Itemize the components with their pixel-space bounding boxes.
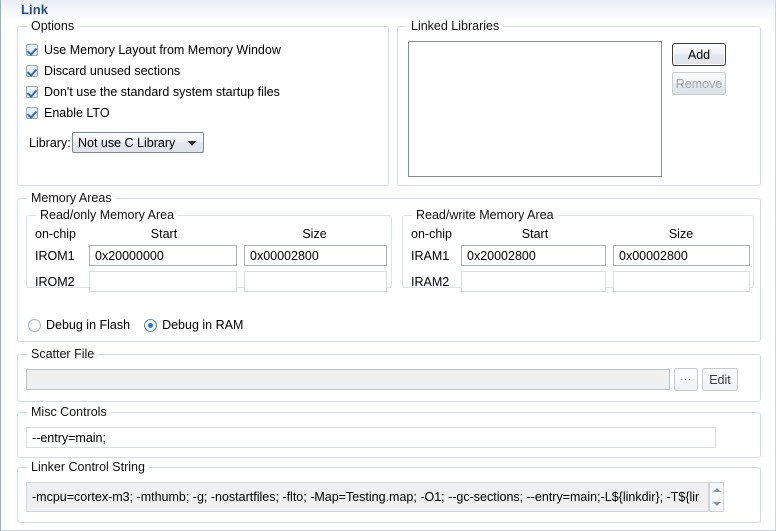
debug-target-radio-group: Debug in Flash Debug in RAM (28, 318, 257, 332)
radio-label: Debug in Flash (46, 318, 131, 332)
library-select[interactable]: Not use C Library (72, 132, 204, 153)
irom1-size-input[interactable]: 0x00002800 (244, 245, 387, 266)
read-write-memory-area-legend: Read/write Memory Area (412, 208, 558, 222)
checkbox-icon[interactable] (26, 44, 38, 56)
header-on-chip: on-chip (411, 227, 452, 241)
memory-areas-group: Memory Areas Read/only Memory Area on-ch… (17, 191, 761, 342)
radio-label: Debug in RAM (162, 318, 244, 332)
header-on-chip: on-chip (35, 227, 76, 241)
chevron-down-icon[interactable] (188, 140, 196, 146)
linker-control-string-value: -mcpu=cortex-m3; -mthumb; -g; -nostartfi… (32, 490, 700, 504)
irom1-start-value: 0x20000000 (95, 248, 164, 263)
radio-icon[interactable] (28, 318, 41, 332)
radio-debug-in-flash[interactable]: Debug in Flash (28, 318, 130, 332)
read-write-memory-area-group: Read/write Memory Area on-chip Start Siz… (402, 208, 754, 292)
checkbox-no-standard-startup-files[interactable]: Don't use the standard system startup fi… (26, 85, 280, 99)
chevron-down-icon (712, 502, 721, 506)
header-start: Start (521, 227, 549, 241)
memory-areas-group-legend: Memory Areas (27, 191, 116, 205)
remove-button-label: Remove (675, 76, 723, 91)
iram1-size-value: 0x00002800 (619, 248, 688, 263)
irom1-start-input[interactable]: 0x20000000 (89, 245, 237, 266)
irom1-size-value: 0x00002800 (250, 248, 319, 263)
row-label-irom2: IROM2 (35, 275, 75, 289)
edit-button[interactable]: Edit (702, 368, 738, 391)
scroll-down-button[interactable] (710, 497, 723, 511)
read-only-memory-area-group: Read/only Memory Area on-chip Start Size… (26, 208, 392, 292)
linked-libraries-group: Linked Libraries Add Remove (397, 19, 761, 186)
linked-libraries-group-legend: Linked Libraries (407, 19, 504, 33)
remove-button: Remove (672, 72, 726, 95)
linker-control-string-group: Linker Control String -mcpu=cortex-m3; -… (17, 460, 761, 523)
header-size: Size (302, 227, 327, 241)
library-label: Library: (29, 136, 71, 150)
options-group-legend: Options (27, 19, 79, 33)
checkbox-discard-unused-sections[interactable]: Discard unused sections (26, 64, 180, 78)
row-label-irom1: IROM1 (35, 249, 75, 263)
library-select-value: Not use C Library (78, 135, 176, 150)
page-title: Link (21, 2, 49, 17)
scatter-file-input[interactable] (26, 369, 670, 390)
header-start: Start (150, 227, 178, 241)
scatter-file-group: Scatter File ... Edit (17, 347, 761, 402)
add-button[interactable]: Add (672, 43, 726, 66)
scroll-up-button[interactable] (710, 483, 723, 497)
row-label-iram1: IRAM1 (411, 249, 450, 263)
radio-icon[interactable] (144, 318, 158, 332)
edit-button-label: Edit (709, 372, 731, 387)
checkbox-label: Use Memory Layout from Memory Window (44, 43, 281, 57)
iram2-size-input[interactable] (613, 271, 750, 292)
checkbox-label: Discard unused sections (44, 64, 181, 78)
misc-controls-group-legend: Misc Controls (27, 405, 111, 419)
row-label-iram2: IRAM2 (411, 275, 450, 289)
header-size: Size (668, 227, 694, 241)
browse-button[interactable]: ... (674, 368, 698, 391)
iram1-start-value: 0x20002800 (467, 248, 536, 263)
link-settings-panel: Link Options Use Memory Layout from Memo… (0, 0, 776, 531)
misc-controls-input[interactable]: --entry=main; (26, 427, 716, 448)
misc-controls-value: --entry=main; (32, 430, 106, 445)
radio-debug-in-ram[interactable]: Debug in RAM (144, 318, 243, 332)
iram2-start-input[interactable] (461, 271, 606, 292)
scatter-file-group-legend: Scatter File (27, 347, 99, 361)
read-only-memory-area-legend: Read/only Memory Area (36, 208, 179, 222)
iram1-size-input[interactable]: 0x00002800 (613, 245, 750, 266)
linker-control-string-input[interactable]: -mcpu=cortex-m3; -mthumb; -g; -nostartfi… (26, 482, 709, 512)
linker-control-string-group-legend: Linker Control String (27, 460, 149, 474)
browse-button-label: ... (680, 372, 692, 383)
checkbox-use-memory-layout[interactable]: Use Memory Layout from Memory Window (26, 43, 281, 57)
checkbox-icon[interactable] (26, 86, 38, 98)
checkbox-label: Don't use the standard system startup fi… (44, 85, 280, 99)
iram1-start-input[interactable]: 0x20002800 (461, 245, 606, 266)
chevron-up-icon (712, 488, 721, 492)
irom2-size-input[interactable] (244, 271, 387, 292)
checkbox-enable-lto[interactable]: Enable LTO (26, 106, 110, 120)
options-group: Options Use Memory Layout from Memory Wi… (17, 19, 389, 186)
checkbox-icon[interactable] (26, 65, 38, 77)
checkbox-icon[interactable] (26, 107, 38, 119)
linker-control-string-scrollbar[interactable] (709, 482, 724, 512)
checkbox-label: Enable LTO (44, 106, 110, 120)
misc-controls-group: Misc Controls --entry=main; (17, 405, 761, 458)
add-button-label: Add (687, 47, 711, 62)
irom2-start-input[interactable] (89, 271, 237, 292)
linked-libraries-listbox[interactable] (408, 41, 662, 177)
